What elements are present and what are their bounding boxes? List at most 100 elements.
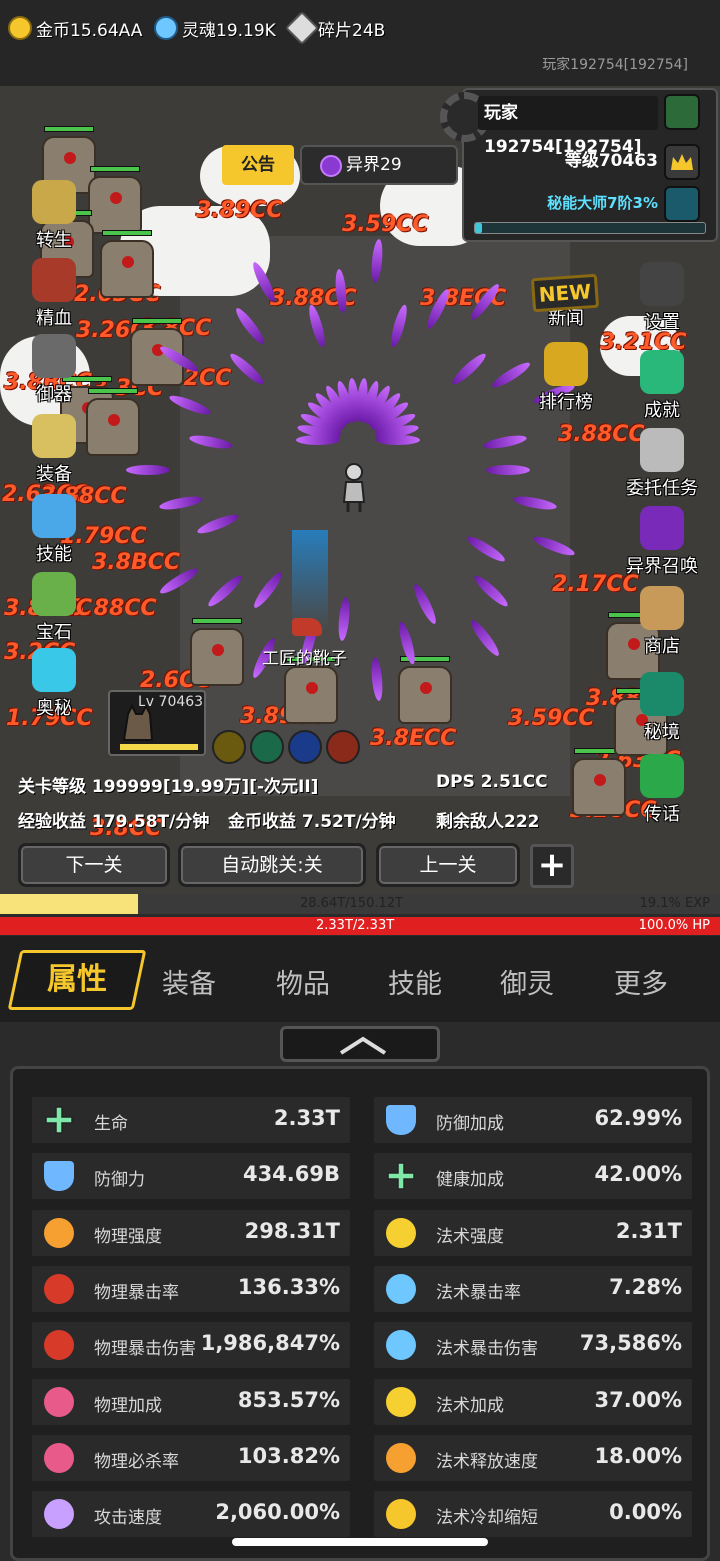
enemy-golem[interactable] xyxy=(572,758,626,816)
attribute-row: 生命 2.33T xyxy=(32,1097,350,1143)
exp-income: 经验收益 179.58T/分钟 xyxy=(18,812,210,832)
menu-item-icon xyxy=(32,180,76,224)
attribute-row: 法术暴击率 7.28% xyxy=(374,1265,692,1312)
menu-item-label: 排行榜 xyxy=(539,392,593,413)
enemy-golem[interactable] xyxy=(100,240,154,298)
right-menu-item[interactable]: 秘境 xyxy=(622,672,702,744)
soul-flame-icon xyxy=(154,16,178,40)
enemy-golem[interactable] xyxy=(190,628,244,686)
menu-item-label: 设置 xyxy=(644,312,680,333)
attribute-row: 法术强度 2.31T xyxy=(374,1209,692,1256)
right-menu-item[interactable]: 委托任务 xyxy=(622,428,702,500)
attribute-row: 法术暴击伤害 73,586% xyxy=(374,1322,692,1369)
swirl-icon[interactable] xyxy=(664,186,700,222)
damage-number: 3.59CC xyxy=(342,212,429,237)
menu-item-label: 精血 xyxy=(36,308,72,329)
right-menu-item[interactable]: 设置 xyxy=(622,262,702,334)
right-menu-item[interactable]: 成就 xyxy=(622,350,702,422)
gold-amount: 金币15.64AA xyxy=(36,20,143,41)
tab-spirits[interactable]: 御灵 xyxy=(500,962,554,1001)
shard-amount: 碎片24B xyxy=(318,20,386,41)
attribute-row: 物理强度 298.31T xyxy=(32,1209,350,1256)
news-badge[interactable]: NEW xyxy=(530,273,600,313)
dps-value: DPS 2.51CC xyxy=(436,772,548,792)
tab-equipment[interactable]: 装备 xyxy=(162,962,216,1001)
attribute-label: 防御力 xyxy=(94,1170,145,1191)
enemy-hp-bar xyxy=(44,126,94,132)
crown-icon[interactable] xyxy=(664,144,700,180)
shard-resource: 碎片24B xyxy=(285,8,386,48)
menu-item-label: 宝石 xyxy=(36,622,72,643)
portal-icon xyxy=(320,155,342,177)
left-menu-item[interactable]: 转生 xyxy=(14,180,94,252)
cast-speed-icon xyxy=(386,1442,416,1473)
menu-item-icon xyxy=(640,350,684,394)
enemy-golem[interactable] xyxy=(88,176,142,234)
drop-item-name[interactable]: 工匠的靴子 xyxy=(262,644,347,669)
next-stage-button[interactable]: 下一关 xyxy=(18,843,170,887)
attribute-value: 1,986,847% xyxy=(200,1331,340,1356)
tab-attributes[interactable]: 属性 xyxy=(7,950,147,1010)
left-menu-item[interactable]: 御器 xyxy=(14,334,94,406)
collapse-button[interactable] xyxy=(280,1026,440,1062)
attribute-label: 法术释放速度 xyxy=(436,1451,538,1472)
left-menu-item[interactable]: 宝石 xyxy=(14,572,94,644)
right-menu-item[interactable]: 异界召唤 xyxy=(622,506,702,578)
menu-item-icon xyxy=(544,342,588,386)
enemy-hp-bar xyxy=(192,618,242,624)
attribute-value: 298.31T xyxy=(244,1218,340,1243)
menu-item-icon xyxy=(32,572,76,616)
left-menu-item[interactable]: 精血 xyxy=(14,258,94,330)
damage-number: 3.8ECC xyxy=(370,726,457,751)
pet-portrait[interactable]: Lv 70463 xyxy=(108,690,206,756)
auto-skip-toggle[interactable]: 自动跳关:关 xyxy=(178,843,366,887)
enemy-golem[interactable] xyxy=(86,398,140,456)
skill-slot-icon[interactable] xyxy=(326,730,360,764)
exp-bar-text: 28.64T/150.12T xyxy=(300,896,403,911)
otherworld-button[interactable]: 异界29 xyxy=(300,145,458,185)
player-level: 等级70463 xyxy=(564,151,658,171)
skill-slot-icon[interactable] xyxy=(250,730,284,764)
pet-exp-bar xyxy=(120,744,198,750)
gold-coin-icon xyxy=(8,16,32,40)
enemy-hp-bar xyxy=(88,388,138,394)
enemy-golem[interactable] xyxy=(398,666,452,724)
lightning-icon xyxy=(386,1386,416,1417)
skill-slot-icon[interactable] xyxy=(288,730,322,764)
tab-items[interactable]: 物品 xyxy=(276,962,330,1001)
menu-item-icon xyxy=(32,494,76,538)
left-menu-item[interactable]: 技能 xyxy=(14,494,94,566)
class-emblem-icon[interactable] xyxy=(664,94,700,130)
light-beam xyxy=(292,530,328,630)
gold-resource: 金币15.64AA xyxy=(8,8,142,48)
enemy-golem[interactable] xyxy=(284,666,338,724)
right-menu-item[interactable]: 传话 xyxy=(622,754,702,826)
right-menu-item[interactable]: 排行榜 xyxy=(526,342,606,414)
left-menu-item[interactable]: 装备 xyxy=(14,414,94,486)
health-cross-icon xyxy=(386,1161,416,1191)
attribute-row: 法术冷却缩短 0.00% xyxy=(374,1491,692,1538)
tab-skills[interactable]: 技能 xyxy=(388,962,442,1001)
notice-button[interactable]: 公告 xyxy=(222,145,294,185)
attribute-value: 2.33T xyxy=(273,1106,340,1130)
shield-icon xyxy=(44,1161,74,1192)
add-button[interactable]: + xyxy=(530,844,574,888)
attribute-row: 物理必杀率 103.82% xyxy=(32,1434,350,1481)
left-menu-item[interactable]: 奥秘 xyxy=(14,648,94,720)
hp-bar-percent: 100.0% HP xyxy=(638,918,710,933)
right-menu-item[interactable]: 商店 xyxy=(622,586,702,658)
attribute-label: 物理强度 xyxy=(94,1226,162,1247)
menu-item-label: 转生 xyxy=(36,230,72,251)
tab-more[interactable]: 更多 xyxy=(614,962,668,1001)
prev-stage-button[interactable]: 上一关 xyxy=(376,843,520,887)
home-indicator[interactable] xyxy=(232,1538,488,1546)
skill-slot-icon[interactable] xyxy=(212,730,246,764)
boot-drop-icon[interactable] xyxy=(292,618,322,636)
otherworld-label: 异界29 xyxy=(346,155,402,175)
attribute-row: 物理暴击伤害 1,986,847% xyxy=(32,1322,350,1369)
attribute-value: 0.00% xyxy=(609,1500,682,1525)
attribute-value: 103.82% xyxy=(237,1443,340,1468)
menu-item-icon xyxy=(640,428,684,472)
physical-crit-icon xyxy=(44,1273,74,1304)
attribute-value: 42.00% xyxy=(594,1162,682,1187)
